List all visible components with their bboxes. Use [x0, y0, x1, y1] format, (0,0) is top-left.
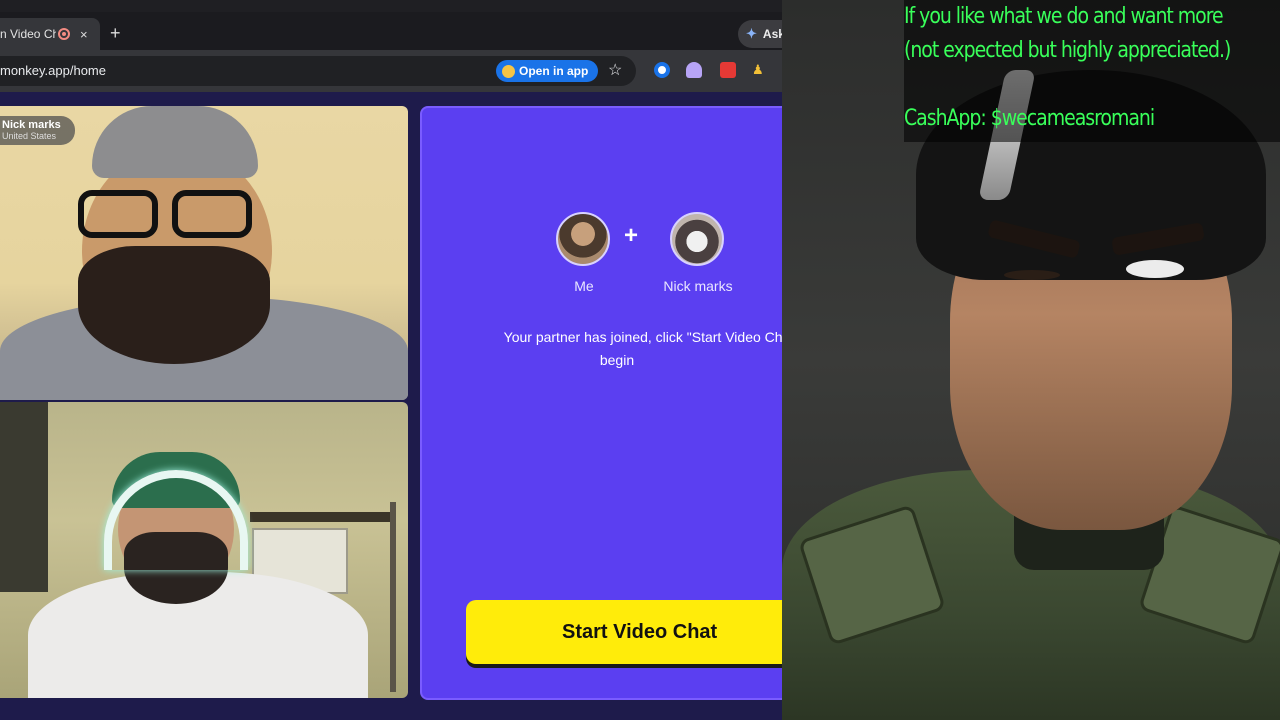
- download-extension-icon[interactable]: [720, 62, 736, 78]
- room-window: [0, 402, 48, 592]
- plus-icon: +: [624, 222, 639, 249]
- stream-overlay: If you like what we do and want more (no…: [782, 0, 1280, 720]
- floor-lamp: [390, 502, 396, 692]
- app-icon: [502, 64, 515, 78]
- partner-country: United States: [2, 131, 57, 141]
- ask-label: Ask: [762, 27, 782, 41]
- partner-avatar-label: Nick marks: [663, 278, 733, 294]
- address-bar[interactable]: monkey.app/home Open in app ☆: [0, 56, 636, 86]
- cashapp-handle: CashApp: $wecameasromani: [904, 106, 1155, 131]
- sparkle-icon: ✦: [746, 26, 757, 41]
- closed-eye: [1004, 270, 1060, 280]
- ghost-extension-icon[interactable]: [686, 62, 702, 78]
- donation-message: If you like what we do and want more (no…: [904, 0, 1231, 136]
- match-panel: + Me Nick marks Your partner has joined,…: [420, 106, 782, 700]
- message-line-1: Your partner has joined, click "Start Vi…: [503, 329, 782, 345]
- partner-avatar: [670, 212, 724, 266]
- my-avatar: [556, 212, 610, 266]
- bookmark-star-icon[interactable]: ☆: [608, 60, 622, 80]
- partner-name: Nick marks: [2, 119, 61, 131]
- room-shelf: [250, 512, 390, 522]
- recording-icon: [58, 28, 70, 40]
- partner-name-tag: Nick marks United States: [0, 116, 75, 145]
- browser-toolbar: monkey.app/home Open in app ☆ ♟: [0, 50, 782, 92]
- partner-joined-message: Your partner has joined, click "Start Vi…: [482, 326, 782, 372]
- tab-title: n Video Ch: [0, 27, 56, 41]
- open-in-app-button[interactable]: Open in app: [496, 60, 599, 82]
- tab-video-chat[interactable]: n Video Ch ×: [0, 18, 100, 50]
- browser-window: n Video Ch × + ✦ Ask monkey.app/home Ope…: [0, 0, 782, 720]
- partner-glasses: [78, 190, 258, 240]
- my-avatar-label: Me: [574, 278, 594, 294]
- partner-beard: [78, 246, 270, 364]
- page-content: Nick marks United States + Me Nick marks…: [0, 92, 782, 720]
- url-text[interactable]: monkey.app/home: [0, 63, 106, 78]
- close-tab-icon[interactable]: ×: [80, 27, 88, 42]
- partner-beanie: [92, 106, 258, 178]
- donation-spacer: [904, 68, 1227, 102]
- white-eye: [1126, 260, 1184, 278]
- tab-strip: n Video Ch × + ✦ Ask: [0, 12, 782, 50]
- message-line-2: begin: [599, 352, 635, 368]
- blue-circle-extension-icon[interactable]: [654, 62, 670, 78]
- start-video-chat-button[interactable]: Start Video Chat: [466, 600, 782, 664]
- screen: n Video Ch × + ✦ Ask monkey.app/home Ope…: [0, 0, 1280, 720]
- donation-line-2: (not expected but highly appreciated.): [904, 38, 1231, 63]
- new-tab-button[interactable]: +: [110, 24, 121, 42]
- self-video: [0, 402, 408, 698]
- avatar-pair: +: [556, 212, 736, 268]
- open-in-app-label: Open in app: [519, 64, 589, 78]
- donation-line-1: If you like what we do and want more: [904, 4, 1224, 29]
- ask-gemini-button[interactable]: ✦ Ask: [738, 20, 782, 48]
- partner-video: Nick marks United States: [0, 106, 408, 400]
- figure-extension-icon[interactable]: ♟: [752, 62, 768, 78]
